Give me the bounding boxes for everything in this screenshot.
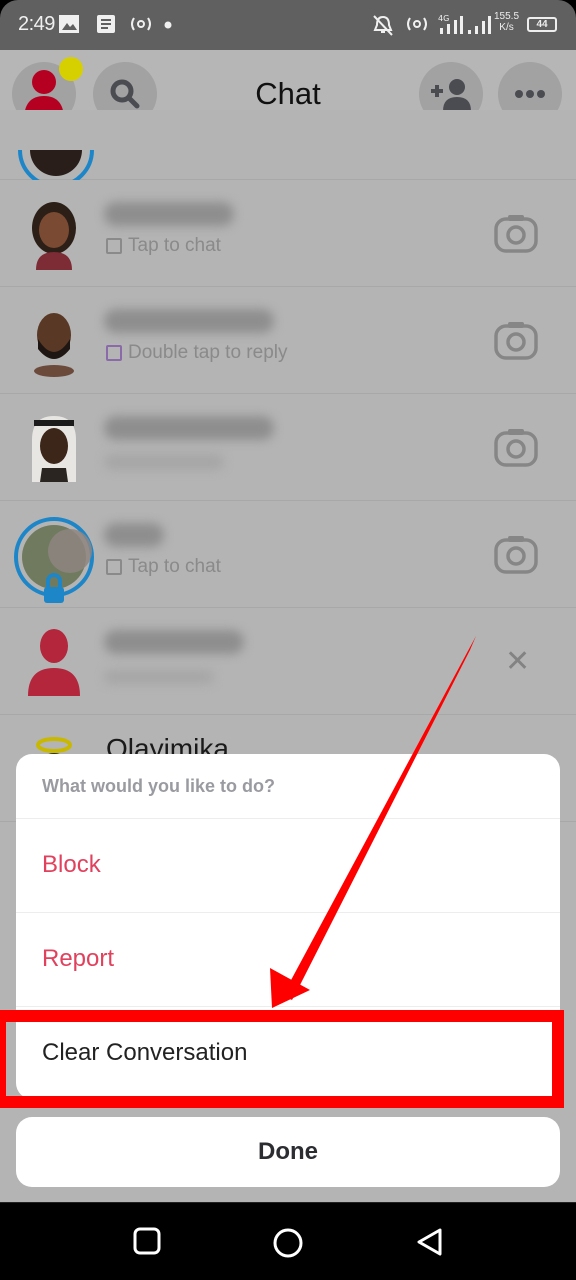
gallery-icon [59,15,79,33]
done-button[interactable]: Done [16,1117,560,1187]
recents-button[interactable] [133,1227,161,1255]
bitmoji-avatar [32,416,76,482]
list-item[interactable] [0,394,576,501]
notes-icon [97,15,115,33]
camera-icon[interactable] [494,534,538,574]
chat-status: Tap to chat [106,556,221,578]
list-item[interactable] [0,110,576,180]
contact-name-redacted [104,523,164,547]
page-title: Chat [255,76,321,111]
chat-bubble-icon [106,345,122,361]
chat-status-text: Tap to chat [128,556,221,577]
back-button[interactable] [414,1227,444,1257]
status-bar: 2:49 4G 155.5 K/s 44 [0,0,576,50]
chat-status-text: Tap to chat [128,235,221,256]
block-label: Block [42,851,101,878]
chat-status: Double tap to reply [106,342,288,364]
home-button[interactable] [272,1227,304,1259]
speed-unit: K/s [499,22,514,33]
hotspot-icon [131,17,151,31]
list-item[interactable]: Tap to chat [0,501,576,608]
dismiss-icon[interactable]: ✕ [505,644,530,679]
battery-indicator: 44 [527,17,557,32]
bitmoji-silhouette-icon [28,629,80,696]
chat-bubble-icon [106,559,122,575]
list-item[interactable]: Tap to chat [0,180,576,287]
speed-value: 155.5 [494,11,520,22]
report-option[interactable]: Report [16,912,560,1006]
signal-icon: 4G [438,14,463,34]
contact-name-redacted [104,309,274,333]
contact-name-redacted [104,202,234,226]
report-label: Report [42,945,115,972]
chat-status-redacted [104,454,224,470]
list-item[interactable]: ✕ [0,608,576,715]
story-ring-avatar [14,517,94,603]
camera-icon[interactable] [494,427,538,467]
svg-text:4G: 4G [438,14,449,23]
camera-icon[interactable] [494,213,538,253]
network-speed: 155.5 K/s [494,11,519,33]
highlight-box [0,1010,564,1108]
chat-status: Tap to chat [106,235,221,257]
chat-bubble-icon [106,238,122,254]
contact-name-redacted [104,630,244,654]
story-ring-avatar [18,150,94,180]
bitmoji-avatar [34,313,74,377]
signal-icon [468,16,491,34]
bitmoji-avatar [32,202,76,270]
dot-icon [164,21,172,29]
more-icon [515,90,545,98]
bell-muted-icon [373,15,393,36]
camera-icon[interactable] [494,320,538,360]
status-time: 2:49 [18,13,55,35]
block-option[interactable]: Block [16,818,560,912]
chat-status-text: Double tap to reply [128,342,288,363]
list-item[interactable]: Double tap to reply [0,287,576,394]
chat-status-redacted [104,670,214,684]
add-friend-icon [431,79,471,111]
system-nav-bar [0,1202,576,1280]
action-sheet-prompt: What would you like to do? [42,776,275,796]
contact-name-redacted [104,416,274,440]
hotspot-icon [407,17,427,31]
